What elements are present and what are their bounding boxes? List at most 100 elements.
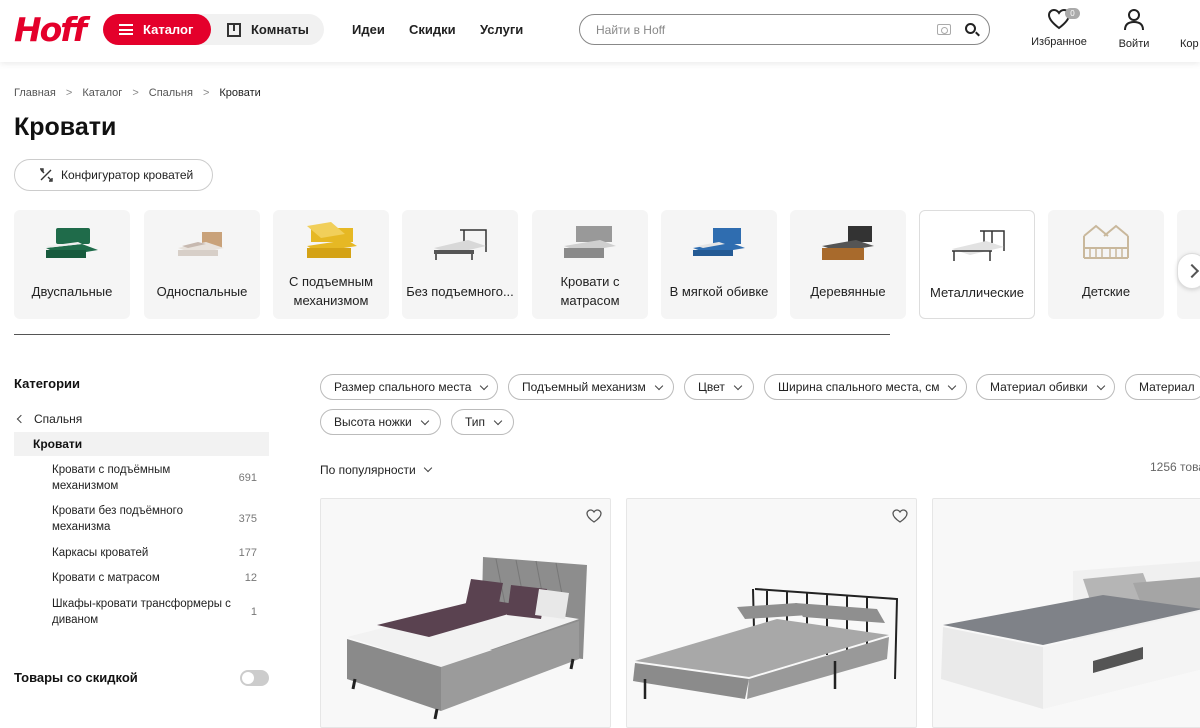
filter-chip[interactable]: Размер спального места: [320, 374, 498, 400]
sidebar-subcategory[interactable]: Кровати без подъёмного механизма 375: [52, 503, 267, 535]
heart-icon[interactable]: [892, 509, 908, 523]
tools-icon: [40, 168, 53, 182]
filter-chip[interactable]: Высота ножки: [320, 409, 441, 435]
filter-label: Материал обивки: [990, 380, 1088, 394]
bed-configurator-button[interactable]: Конфигуратор кроватей: [14, 159, 213, 191]
sidebar-back-label: Спальня: [34, 412, 83, 426]
rooms-icon: [227, 22, 241, 37]
favorites-button[interactable]: 0 Избранное: [1031, 8, 1087, 48]
category-tile[interactable]: С подъемным механизмом: [273, 210, 389, 319]
bed-thumbnail: [307, 222, 357, 258]
bed-thumbnail: [952, 230, 1005, 261]
filter-chip[interactable]: Подъемный механизм: [508, 374, 674, 400]
sidebar-title: Категории: [14, 376, 81, 391]
category-tile[interactable]: Детские: [1048, 210, 1164, 319]
product-image: [347, 557, 587, 720]
carousel-scrollbar[interactable]: [14, 334, 890, 335]
filter-chip[interactable]: Материал: [1125, 374, 1200, 400]
results-count: 1256 това: [1150, 460, 1200, 474]
sidebar-subcategory[interactable]: Шкафы-кровати трансформеры с диваном 1: [52, 596, 267, 628]
chevron-down-icon: [733, 381, 743, 390]
bed-thumbnail: [1083, 224, 1129, 259]
subcategory-label: Кровати с матрасом: [52, 572, 160, 584]
category-label: В мягкой обивке: [669, 283, 769, 299]
subcategory-count: 1: [250, 606, 257, 618]
login-label: Войти: [1118, 38, 1150, 50]
favorites-label: Избранное: [1031, 36, 1087, 48]
bed-thumbnail: [46, 228, 98, 258]
camera-icon[interactable]: [937, 24, 951, 35]
category-tile[interactable]: Деревянные: [790, 210, 906, 319]
filter-chip[interactable]: Цвет: [684, 374, 754, 400]
breadcrumb-current: Кровати: [219, 87, 261, 99]
breadcrumb-home[interactable]: Главная: [14, 87, 56, 99]
sidebar-subcategory[interactable]: Кровати с подъёмным механизмом 691: [52, 462, 267, 494]
product-card[interactable]: [932, 498, 1200, 728]
search-input[interactable]: [596, 23, 916, 37]
product-card[interactable]: [626, 498, 917, 728]
category-tile[interactable]: В мягкой обивке: [661, 210, 777, 319]
search-icon[interactable]: [965, 23, 976, 34]
subcategory-label: Кровати с подъёмным механизмом: [52, 464, 171, 492]
cart-button[interactable]: Кор: [1180, 8, 1200, 50]
carousel-next-button[interactable]: [1177, 253, 1200, 289]
user-icon: [1124, 9, 1144, 31]
sidebar-back-link[interactable]: Спальня: [14, 412, 82, 426]
chevron-down-icon: [480, 381, 489, 390]
filter-label: Размер спального места: [334, 380, 472, 394]
category-tile[interactable]: Односпальные: [144, 210, 260, 319]
sidebar-subcategory[interactable]: Кровати с матрасом 12: [52, 570, 267, 586]
login-button[interactable]: Войти: [1114, 8, 1154, 50]
favorites-count-badge: 0: [1065, 8, 1080, 19]
category-tile[interactable]: Кровати с матрасом: [532, 210, 648, 319]
rooms-button[interactable]: Комнаты: [227, 14, 309, 45]
subcategory-count: 375: [238, 513, 257, 525]
sort-dropdown[interactable]: По популярности: [320, 463, 432, 477]
filter-chip[interactable]: Ширина спального места, см: [764, 374, 967, 400]
chevron-down-icon: [420, 416, 429, 425]
category-tile[interactable]: Без подъемного...: [402, 210, 518, 319]
category-label: Деревянные: [810, 283, 886, 299]
bed-thumbnail: [564, 226, 616, 258]
sidebar-subcategory[interactable]: Каркасы кроватей 177: [52, 545, 267, 561]
breadcrumb-bedroom[interactable]: Спальня: [149, 87, 193, 99]
filter-label: Ширина спального места, см: [778, 380, 940, 394]
bed-thumbnail: [434, 229, 487, 260]
chevron-down-icon: [1096, 381, 1105, 390]
category-tile[interactable]: Металлические: [919, 210, 1035, 319]
bed-thumbnail: [822, 226, 874, 260]
nav-discounts[interactable]: Скидки: [409, 22, 456, 37]
subcategory-label: Шкафы-кровати трансформеры с диваном: [52, 598, 231, 626]
heart-icon[interactable]: [586, 509, 602, 523]
chevron-down-icon: [654, 381, 664, 390]
subcategory-count: 691: [238, 472, 257, 484]
sidebar-active-category[interactable]: Кровати: [14, 432, 269, 456]
chevron-right-icon: >: [65, 87, 73, 99]
product-image: [633, 588, 899, 699]
chevron-down-icon: [423, 463, 432, 473]
rooms-label: Комнаты: [251, 22, 309, 37]
search-box: [579, 14, 990, 45]
sale-toggle[interactable]: [240, 670, 269, 686]
category-label: Кровати с матрасом: [560, 274, 620, 308]
category-tile[interactable]: Двуспальные: [14, 210, 130, 319]
nav-ideas[interactable]: Идеи: [352, 22, 385, 37]
category-label: Без подъемного...: [406, 283, 514, 299]
hoff-logo[interactable]: Hoff: [14, 10, 87, 49]
category-label: Металлические: [930, 284, 1024, 300]
catalog-button[interactable]: Каталог: [103, 14, 211, 45]
bed-thumbnail: [693, 228, 745, 256]
filter-chip[interactable]: Материал обивки: [976, 374, 1115, 400]
chevron-right-icon: >: [202, 87, 210, 99]
category-label: Двуспальные: [31, 283, 113, 299]
category-label: С подъемным механизмом: [288, 274, 374, 308]
product-card[interactable]: [320, 498, 611, 728]
filter-chip[interactable]: Тип: [451, 409, 514, 435]
breadcrumb-catalog[interactable]: Каталог: [82, 87, 122, 99]
subcategory-count: 12: [244, 572, 257, 584]
nav-services[interactable]: Услуги: [480, 22, 523, 37]
page-title: Кровати: [14, 113, 117, 141]
configurator-label: Конфигуратор кроватей: [61, 168, 194, 182]
subcategory-label: Каркасы кроватей: [52, 547, 149, 559]
filter-label: Высота ножки: [334, 415, 412, 429]
